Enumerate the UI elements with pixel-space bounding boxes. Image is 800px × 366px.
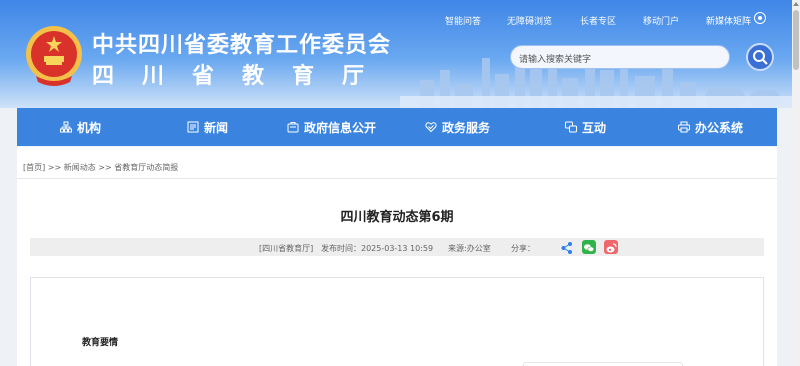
- breadcrumb-briefing[interactable]: 省教育厅动态简报: [114, 163, 178, 172]
- share-generic-button[interactable]: [560, 240, 574, 254]
- breadcrumb-separator: >>: [47, 163, 62, 172]
- nav-item-institution[interactable]: 机构: [60, 108, 101, 146]
- article-publish-time: 发布时间：2025-03-13 10:59: [321, 244, 434, 253]
- toplink-accessibility[interactable]: 无障碍浏览: [507, 14, 552, 27]
- toplink-elderly[interactable]: 长者专区: [580, 14, 616, 27]
- site-header: 中共四川省委教育工作委员会 四川省教育厅 智能问答 无障碍浏览 长者专区 移动门…: [0, 0, 800, 108]
- breadcrumb: [首页] >> 新闻动态 >> 省教育厅动态简报: [23, 162, 178, 173]
- site-title: 中共四川省委教育工作委员会: [92, 33, 392, 58]
- national-emblem-logo: [26, 26, 82, 86]
- page-scrollbar[interactable]: [792, 0, 800, 366]
- weibo-icon: [606, 243, 617, 253]
- breadcrumb-news[interactable]: 新闻动态: [64, 163, 96, 172]
- interaction-icon: [565, 121, 577, 133]
- breadcrumb-divider: [17, 178, 777, 179]
- nav-label-gov-services: 政务服务: [442, 120, 491, 135]
- breadcrumb-separator: >>: [98, 163, 112, 172]
- news-icon: [187, 121, 199, 133]
- article-title: 四川教育动态第6期: [340, 210, 454, 225]
- article-meta-bar: [四川省教育厅] 发布时间：2025-03-13 10:59 来源:办公室 分享…: [30, 238, 764, 256]
- search-input[interactable]: 请输入搜索关键字: [510, 45, 730, 69]
- nav-label-news: 新闻: [204, 120, 229, 135]
- article-container: [首页] >> 新闻动态 >> 省教育厅动态简报 四川教育动态第6期 [四川省教…: [17, 147, 777, 366]
- nav-item-gov-services[interactable]: 政务服务: [425, 108, 490, 146]
- search-icon: [753, 50, 768, 65]
- nav-item-news[interactable]: 新闻: [187, 108, 228, 146]
- share-label: 分享：: [511, 244, 535, 253]
- search-button[interactable]: [746, 43, 774, 71]
- main-nav: 机构 新闻 政府信息公开 政务服务 互动 办公系统: [17, 108, 777, 146]
- share-weibo-button[interactable]: [604, 240, 618, 254]
- article-origin: 来源:办公室: [448, 244, 491, 253]
- article-section-heading: 教育要情: [82, 338, 119, 348]
- info-disclosure-icon: [287, 122, 299, 133]
- article-body: 教育要情: [30, 277, 764, 366]
- scroll-up-arrow-icon[interactable]: [793, 2, 799, 6]
- share-icon: [561, 242, 572, 254]
- wechat-icon: [584, 244, 595, 252]
- service-heart-icon: [425, 122, 437, 133]
- nav-item-info-disclosure[interactable]: 政府信息公开: [287, 108, 376, 146]
- share-wechat-button[interactable]: [582, 240, 596, 254]
- breadcrumb-home[interactable]: [首页]: [23, 163, 45, 172]
- toplink-smart-qa[interactable]: 智能问答: [445, 14, 481, 27]
- nav-item-office-system[interactable]: 办公系统: [678, 108, 743, 146]
- nav-label-institution: 机构: [77, 120, 102, 135]
- site-subtitle: 四川省教育厅: [92, 64, 393, 89]
- article-source: [四川省教育厅]: [259, 244, 314, 253]
- nav-item-interaction[interactable]: 互动: [565, 108, 606, 146]
- article-content-block: [523, 362, 683, 366]
- printer-icon: [678, 121, 690, 133]
- nav-label-info-disclosure: 政府信息公开: [304, 120, 377, 135]
- nav-label-interaction: 互动: [582, 120, 607, 135]
- toplink-mobile-portal[interactable]: 移动门户: [643, 14, 679, 27]
- nav-label-office-system: 办公系统: [695, 120, 744, 135]
- institution-icon: [60, 121, 72, 133]
- toplink-new-media[interactable]: 新媒体矩阵: [706, 14, 751, 27]
- new-media-icon[interactable]: [754, 12, 766, 24]
- scrollbar-thumb[interactable]: [793, 10, 799, 70]
